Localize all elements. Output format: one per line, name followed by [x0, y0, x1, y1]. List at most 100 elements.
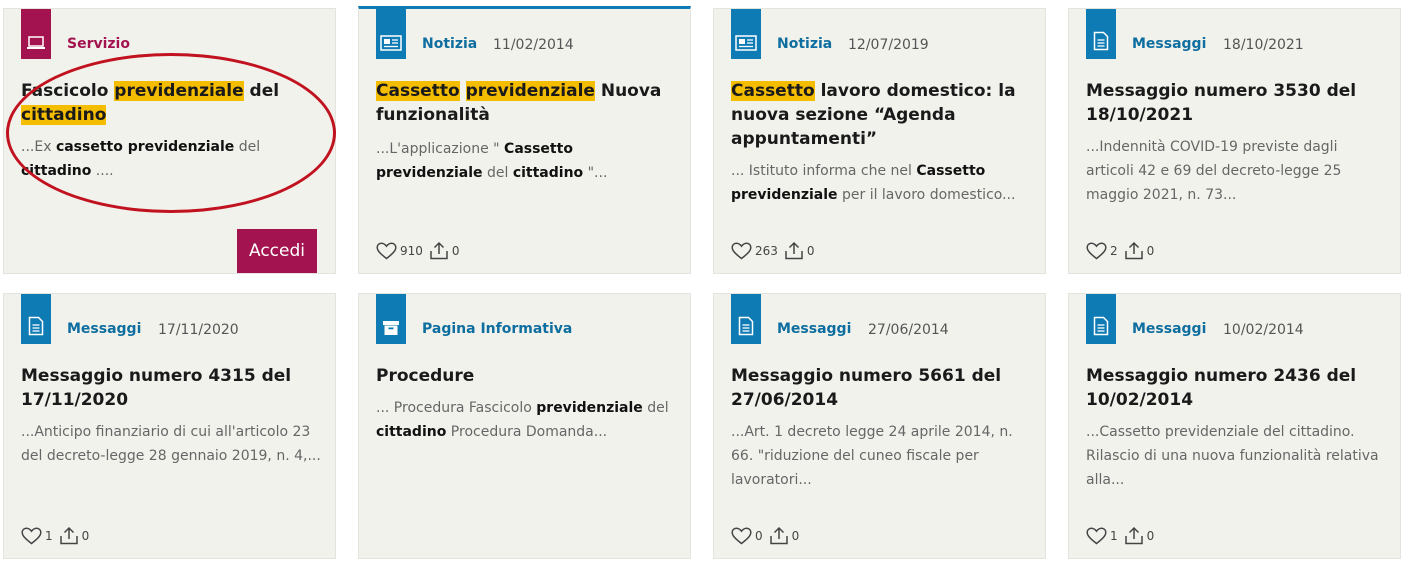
- share-icon[interactable]: [1124, 241, 1144, 260]
- matched-term: cittadino: [512, 165, 584, 181]
- heart-icon[interactable]: [21, 526, 42, 545]
- highlighted-term: Cassetto: [731, 81, 815, 101]
- card-title[interactable]: Messaggio numero 4315 del 17/11/2020: [21, 364, 321, 412]
- title-text: Messaggio numero 3530 del 18/10/2021: [1086, 81, 1357, 125]
- share-count: 0: [1146, 243, 1155, 258]
- heart-icon[interactable]: [376, 241, 397, 260]
- excerpt-text: ...Ex: [21, 139, 56, 155]
- heart-icon[interactable]: [731, 241, 752, 260]
- card-title[interactable]: Cassetto previdenziale Nuova funzionalit…: [376, 79, 676, 127]
- card-stats: 2 0: [1086, 241, 1160, 260]
- result-card-notizia[interactable]: Notizia 12/07/2019 Cassetto lavoro domes…: [713, 8, 1046, 274]
- card-date: 10/02/2014: [1223, 322, 1304, 338]
- card-title[interactable]: Fascicolo previdenziale del cittadino: [21, 79, 321, 127]
- card-excerpt: ...Indennità COVID-19 previste dagli art…: [1086, 135, 1386, 207]
- card-type-label: Pagina Informativa: [422, 321, 573, 337]
- share-icon[interactable]: [769, 526, 789, 545]
- newspaper-icon: [376, 9, 406, 59]
- highlighted-term: previdenziale: [114, 81, 244, 101]
- result-card-messaggi[interactable]: Messaggi 18/10/2021 Messaggio numero 353…: [1068, 8, 1401, 274]
- share-count: 0: [806, 243, 815, 258]
- card-date: 17/11/2020: [158, 322, 239, 338]
- matched-term: cassetto previdenziale: [55, 139, 235, 155]
- card-date: 27/06/2014: [868, 322, 949, 338]
- card-date: 12/07/2019: [848, 37, 929, 53]
- card-type-label: Messaggi: [1132, 321, 1207, 337]
- highlighted-term: Cassetto: [376, 81, 460, 101]
- title-text: Messaggio numero 2436 del 10/02/2014: [1086, 366, 1357, 410]
- accedi-button[interactable]: Accedi: [237, 229, 317, 273]
- excerpt-text: per il lavoro domestico...: [837, 187, 1016, 203]
- title-text: Fascicolo: [21, 81, 115, 101]
- result-card-pagina-informativa[interactable]: Pagina Informativa Procedure ... Procedu…: [358, 293, 691, 559]
- excerpt-text: ...Art. 1 decreto legge 24 aprile 2014, …: [731, 424, 1013, 488]
- matched-term: cittadino: [21, 163, 92, 179]
- excerpt-text: Procedura Domanda...: [446, 424, 608, 440]
- card-title[interactable]: Messaggio numero 5661 del 27/06/2014: [731, 364, 1031, 412]
- card-stats: 263 0: [731, 241, 821, 260]
- card-date: 11/02/2014: [493, 37, 574, 53]
- excerpt-text: ....: [91, 163, 114, 179]
- card-excerpt: ...L'applicazione " Cassetto previdenzia…: [376, 137, 676, 185]
- card-excerpt: ...Ex cassetto previdenziale del cittadi…: [21, 135, 321, 183]
- excerpt-text: ... Procedura Fascicolo: [376, 400, 537, 416]
- like-count: 910: [400, 243, 423, 258]
- result-card-messaggi[interactable]: Messaggi 10/02/2014 Messaggio numero 243…: [1068, 293, 1401, 559]
- card-title[interactable]: Cassetto lavoro domestico: la nuova sezi…: [731, 79, 1031, 151]
- like-count: 1: [1110, 528, 1118, 543]
- card-type-label: Messaggi: [67, 321, 142, 337]
- like-count: 263: [755, 243, 778, 258]
- result-card-messaggi[interactable]: Messaggi 27/06/2014 Messaggio numero 566…: [713, 293, 1046, 559]
- share-icon[interactable]: [429, 241, 449, 260]
- card-stats: 0 0: [731, 526, 805, 545]
- card-excerpt: ... Istituto informa che nel Cassetto pr…: [731, 159, 1031, 207]
- annotation-circle: [6, 53, 336, 213]
- card-title[interactable]: Messaggio numero 2436 del 10/02/2014: [1086, 364, 1386, 412]
- title-text: [460, 81, 466, 101]
- share-icon[interactable]: [59, 526, 79, 545]
- result-card-messaggi[interactable]: Messaggi 17/11/2020 Messaggio numero 431…: [3, 293, 336, 559]
- title-text: Procedure: [376, 366, 475, 386]
- card-type-label: Servizio: [67, 36, 130, 52]
- share-icon[interactable]: [784, 241, 804, 260]
- document-icon: [731, 294, 761, 344]
- card-type-label: Notizia: [422, 36, 478, 52]
- like-count: 0: [755, 528, 763, 543]
- share-count: 0: [81, 528, 90, 543]
- card-excerpt: ...Cassetto previdenziale del cittadino.…: [1086, 420, 1386, 492]
- result-card-notizia[interactable]: Notizia 11/02/2014 Cassetto previdenzial…: [358, 6, 691, 274]
- matched-term: cittadino: [376, 424, 447, 440]
- archive-box-icon: [376, 294, 406, 344]
- card-type-label: Notizia: [777, 36, 833, 52]
- card-stats: 910 0: [376, 241, 466, 260]
- share-count: 0: [1146, 528, 1155, 543]
- card-date: 18/10/2021: [1223, 37, 1304, 53]
- card-type-label: Messaggi: [1132, 36, 1207, 52]
- highlighted-term: cittadino: [21, 105, 107, 125]
- heart-icon[interactable]: [1086, 526, 1107, 545]
- highlighted-term: previdenziale: [465, 81, 595, 101]
- share-icon[interactable]: [1124, 526, 1144, 545]
- share-count: 0: [791, 528, 800, 543]
- card-stats: 1 0: [1086, 526, 1160, 545]
- laptop-icon: [21, 9, 51, 59]
- card-excerpt: ... Procedura Fascicolo previdenziale de…: [376, 396, 676, 444]
- card-stats: 1 0: [21, 526, 95, 545]
- share-count: 0: [451, 243, 460, 258]
- newspaper-icon: [731, 9, 761, 59]
- excerpt-text: del: [234, 139, 261, 155]
- matched-term: previdenziale: [536, 400, 643, 416]
- like-count: 1: [45, 528, 53, 543]
- excerpt-text: ...Indennità COVID-19 previste dagli art…: [1086, 139, 1342, 203]
- title-text: Messaggio numero 4315 del 17/11/2020: [21, 366, 292, 410]
- result-card-servizio[interactable]: Servizio Fascicolo previdenziale del cit…: [3, 8, 336, 274]
- heart-icon[interactable]: [1086, 241, 1107, 260]
- document-icon: [21, 294, 51, 344]
- card-excerpt: ...Anticipo finanziario di cui all'artic…: [21, 420, 321, 468]
- card-title[interactable]: Messaggio numero 3530 del 18/10/2021: [1086, 79, 1386, 127]
- card-title[interactable]: Procedure: [376, 364, 676, 388]
- title-text: Messaggio numero 5661 del 27/06/2014: [731, 366, 1002, 410]
- heart-icon[interactable]: [731, 526, 752, 545]
- excerpt-text: ...Cassetto previdenziale del cittadino.…: [1086, 424, 1379, 488]
- title-text: del: [243, 81, 280, 101]
